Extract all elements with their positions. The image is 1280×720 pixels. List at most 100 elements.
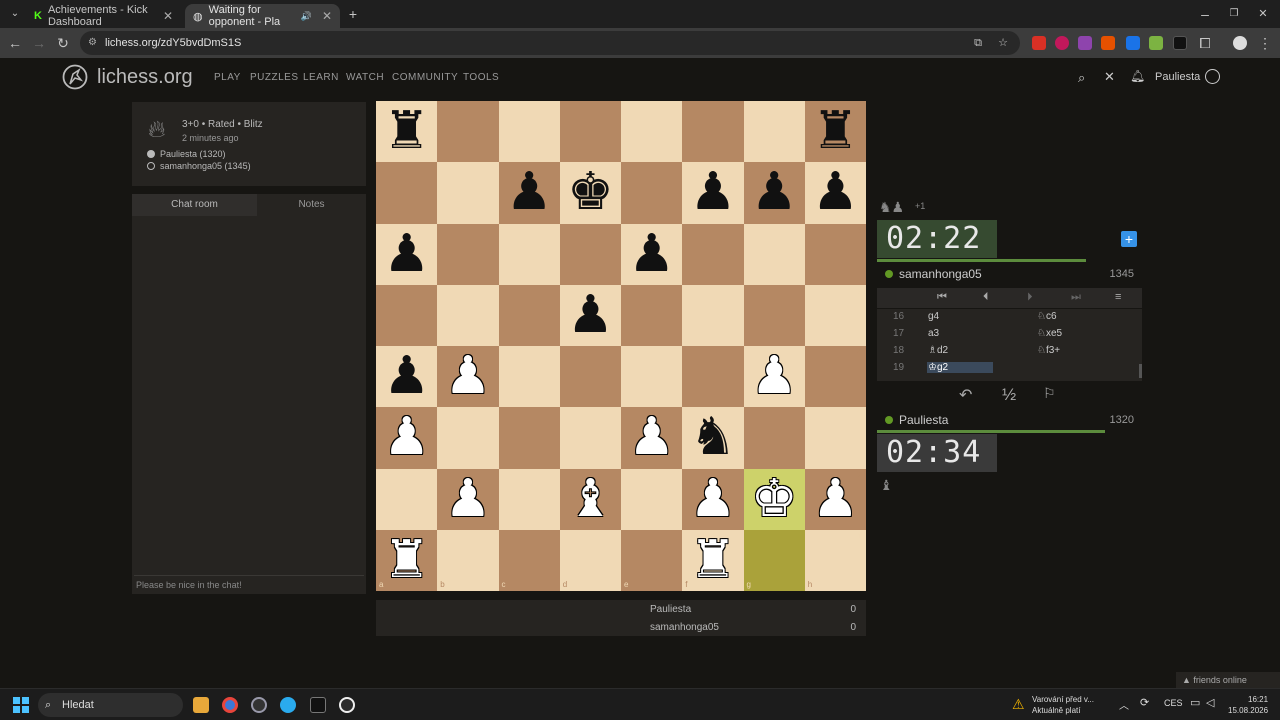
extension-icon[interactable] [1126,36,1140,50]
square-e1[interactable] [621,529,683,591]
close-icon[interactable]: ✕ [322,9,332,23]
resign-flag-icon[interactable]: ⚐ [1043,385,1056,402]
url-input[interactable]: ⚙ lichess.org/zdY5bvdDmS1S ⧉ ☆ [80,31,1020,55]
user-icon[interactable] [1205,69,1220,84]
lichess-logo-icon[interactable] [62,64,88,90]
square-c6[interactable] [498,223,560,285]
white-pawn-h2[interactable]: ♟ [805,469,866,530]
white-rook-a1[interactable]: ♜ [376,530,437,591]
system-clock[interactable]: 16:21 15.08.2026 [1228,694,1268,716]
telegram-icon[interactable] [280,697,296,713]
tab-lichess[interactable]: ◍ Waiting for opponent - Pla 🔊 ✕ [185,4,340,28]
black-rook-h8[interactable]: ♜ [805,101,866,162]
white-pawn-b4[interactable]: ♟ [437,346,498,407]
square-g3[interactable] [743,407,805,469]
square-c4[interactable] [498,346,560,408]
nav-watch[interactable]: WATCH [346,72,384,83]
square-c3[interactable] [498,407,560,469]
notification-text[interactable]: Varování před v... Aktuálně platí [1032,694,1094,716]
opponent-name-row[interactable]: samanhonga05 1345 [877,264,1142,284]
square-a5[interactable] [376,284,438,346]
app-icon[interactable] [251,697,267,713]
nav-play[interactable]: PLAY [214,72,241,83]
square-f8[interactable] [682,101,744,163]
black-pawn-e6[interactable]: ♟ [621,224,682,285]
black-move[interactable]: ♘f3+ [1037,345,1060,356]
nav-community[interactable]: COMMUNITY [392,72,458,83]
close-icon[interactable]: ✕ [163,9,173,23]
black-pawn-f7[interactable]: ♟ [682,162,743,223]
volume-icon[interactable]: ◁ [1206,696,1214,709]
square-g5[interactable] [743,284,805,346]
black-pawn-h7[interactable]: ♟ [805,162,866,223]
white-move[interactable]: a3 [928,328,939,339]
black-pawn-a4[interactable]: ♟ [376,346,437,407]
previous-move-icon[interactable]: ⏴ [983,291,989,304]
black-pawn-a6[interactable]: ♟ [376,224,437,285]
square-b7[interactable] [437,162,499,224]
tab-kick-dashboard[interactable]: K Achievements - Kick Dashboard ✕ [26,4,181,28]
nav-puzzles[interactable]: PUZZLES [250,72,299,83]
black-rook-a8[interactable]: ♜ [376,101,437,162]
white-move[interactable]: g4 [928,311,939,322]
black-knight-f3[interactable]: ♞ [682,407,743,468]
black-player[interactable]: samanhonga05 (1345) [147,161,251,171]
nav-learn[interactable]: LEARN [303,72,339,83]
app-icon[interactable] [310,697,326,713]
square-b6[interactable] [437,223,499,285]
white-player[interactable]: Pauliesta (1320) [147,149,226,159]
square-d3[interactable] [559,407,621,469]
chess-board[interactable]: 8 7 6 5 4 3 2 1 a b c d e f g h ♜ ♜ ♟ ♚ ♟ ♟ ♟ ♟ ♟ ♟ ♟ ♟ ♟ ♟ ♟ ♞ ♟ ♝ ♟ ♚ ♟ ♜ ♜ [376,101,866,591]
new-tab-button[interactable]: + [344,5,362,23]
file-explorer-icon[interactable] [193,697,209,713]
square-c1[interactable] [498,529,560,591]
tab-notes[interactable]: Notes [257,194,366,216]
tray-chevron-icon[interactable]: ︿ [1119,697,1129,712]
forward-icon[interactable]: → [30,34,48,52]
tab-search-icon[interactable]: ⌄ [6,5,24,23]
speaker-icon[interactable]: 🔊 [301,11,312,22]
square-e4[interactable] [621,346,683,408]
first-move-icon[interactable]: ⏮ [937,291,947,304]
taskbar-search[interactable]: ⌕ Hledat [38,693,183,717]
white-pawn-g4[interactable]: ♟ [744,346,805,407]
back-icon[interactable]: ← [6,34,24,52]
square-e7[interactable] [621,162,683,224]
install-app-icon[interactable]: ⧉ [974,31,982,55]
white-move[interactable]: ♗d2 [928,345,948,356]
square-e8[interactable] [621,101,683,163]
language-indicator[interactable]: CES [1164,698,1183,708]
username[interactable]: Pauliesta [1155,71,1200,83]
notification-bell-icon[interactable]: 🔔︎ [1130,69,1145,83]
square-c8[interactable] [498,101,560,163]
white-pawn-b2[interactable]: ♟ [437,469,498,530]
square-d4[interactable] [559,346,621,408]
square-d1[interactable] [559,529,621,591]
black-king-d7[interactable]: ♚ [560,162,621,223]
extension-icon[interactable] [1055,36,1069,50]
tray-icon[interactable]: ⟳ [1140,696,1149,709]
chat-input[interactable]: Please be nice in the chat! [134,575,364,593]
site-logo-text[interactable]: lichess.org [97,66,193,89]
square-g6[interactable] [743,223,805,285]
white-rook-f1[interactable]: ♜ [682,530,743,591]
tab-chat-room[interactable]: Chat room [132,194,257,216]
windows-start-icon[interactable] [13,697,29,713]
menu-icon[interactable]: ≡ [1115,291,1121,303]
last-move-icon[interactable]: ⏭ [1071,291,1081,304]
square-g1[interactable] [743,529,805,591]
square-b1[interactable] [437,529,499,591]
scrollbar[interactable] [1139,364,1142,378]
black-move[interactable]: ♘c6 [1037,311,1057,322]
square-a2[interactable] [376,468,438,530]
menu-dots-icon[interactable]: ⋮ [1256,34,1274,52]
close-icon[interactable]: ✕ [1104,69,1115,85]
white-pawn-f2[interactable]: ♟ [682,469,743,530]
white-king-g2[interactable]: ♚ [744,469,805,530]
next-move-icon[interactable]: ⏵ [1027,291,1033,304]
black-pawn-g7[interactable]: ♟ [744,162,805,223]
white-pawn-a3[interactable]: ♟ [376,407,437,468]
reload-icon[interactable]: ↻ [54,34,72,52]
white-pawn-e3[interactable]: ♟ [621,407,682,468]
close-window-button[interactable]: ✕ [1254,5,1272,23]
